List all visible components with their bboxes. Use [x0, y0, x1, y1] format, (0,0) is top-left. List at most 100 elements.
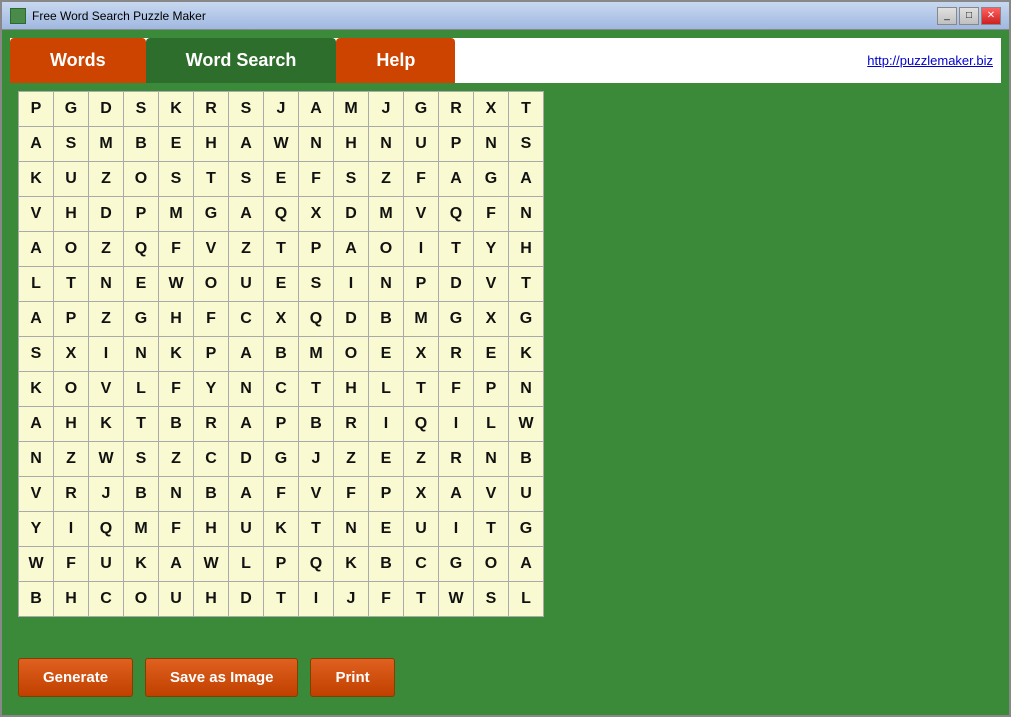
- grid-cell: Z: [334, 442, 368, 476]
- grid-cell: V: [299, 477, 333, 511]
- generate-button[interactable]: Generate: [18, 658, 133, 697]
- grid-cell: G: [194, 197, 228, 231]
- grid-cell: T: [299, 372, 333, 406]
- grid-cell: V: [474, 267, 508, 301]
- grid-cell: U: [229, 267, 263, 301]
- grid-cell: X: [54, 337, 88, 371]
- close-button[interactable]: ✕: [981, 7, 1001, 25]
- grid-cell: J: [89, 477, 123, 511]
- grid-cell: K: [19, 372, 53, 406]
- grid-cell: R: [334, 407, 368, 441]
- maximize-button[interactable]: □: [959, 7, 979, 25]
- grid-cell: M: [159, 197, 193, 231]
- grid-cell: B: [369, 547, 403, 581]
- grid-cell: R: [194, 407, 228, 441]
- grid-cell: H: [334, 372, 368, 406]
- grid-cell: E: [369, 512, 403, 546]
- grid-cell: G: [264, 442, 298, 476]
- grid-cell: Q: [124, 232, 158, 266]
- save-as-image-button[interactable]: Save as Image: [145, 658, 298, 697]
- grid-cell: M: [369, 197, 403, 231]
- grid-cell: P: [19, 92, 53, 126]
- grid-cell: O: [474, 547, 508, 581]
- grid-cell: X: [474, 302, 508, 336]
- grid-cell: U: [404, 127, 438, 161]
- grid-cell: N: [89, 267, 123, 301]
- grid-cell: H: [54, 582, 88, 616]
- grid-cell: C: [404, 547, 438, 581]
- grid-cell: F: [194, 302, 228, 336]
- minimize-button[interactable]: _: [937, 7, 957, 25]
- grid-cell: F: [159, 372, 193, 406]
- grid-cell: Z: [89, 302, 123, 336]
- grid-cell: A: [509, 547, 543, 581]
- grid-cell: L: [474, 407, 508, 441]
- grid-cell: F: [264, 477, 298, 511]
- tab-wordsearch[interactable]: Word Search: [146, 38, 337, 83]
- grid-cell: A: [229, 477, 263, 511]
- grid-cell: S: [229, 92, 263, 126]
- grid-cell: F: [54, 547, 88, 581]
- grid-cell: N: [299, 127, 333, 161]
- grid-cell: E: [159, 127, 193, 161]
- grid-cell: A: [159, 547, 193, 581]
- grid-cell: T: [404, 582, 438, 616]
- grid-cell: T: [124, 407, 158, 441]
- grid-cell: R: [439, 337, 473, 371]
- grid-cell: G: [509, 302, 543, 336]
- grid-cell: O: [369, 232, 403, 266]
- grid-cell: Q: [264, 197, 298, 231]
- grid-cell: B: [299, 407, 333, 441]
- grid-cell: Z: [89, 162, 123, 196]
- grid-cell: S: [509, 127, 543, 161]
- grid-cell: I: [369, 407, 403, 441]
- website-link[interactable]: http://puzzlemaker.biz: [867, 53, 993, 68]
- grid-cell: I: [89, 337, 123, 371]
- print-button[interactable]: Print: [310, 658, 394, 697]
- grid-cell: R: [54, 477, 88, 511]
- grid-cell: U: [54, 162, 88, 196]
- grid-cell: N: [369, 127, 403, 161]
- grid-cell: N: [334, 512, 368, 546]
- tab-words[interactable]: Words: [10, 38, 146, 83]
- grid-cell: C: [89, 582, 123, 616]
- grid-cell: T: [54, 267, 88, 301]
- grid-cell: G: [439, 302, 473, 336]
- grid-cell: R: [194, 92, 228, 126]
- grid-cell: T: [194, 162, 228, 196]
- grid-cell: R: [439, 442, 473, 476]
- grid-cell: S: [54, 127, 88, 161]
- grid-cell: D: [439, 267, 473, 301]
- grid-cell: J: [299, 442, 333, 476]
- grid-cell: Z: [54, 442, 88, 476]
- grid-cell: Y: [194, 372, 228, 406]
- grid-cell: S: [299, 267, 333, 301]
- grid-cell: H: [54, 197, 88, 231]
- grid-cell: F: [369, 582, 403, 616]
- grid-cell: B: [19, 582, 53, 616]
- grid-cell: L: [509, 582, 543, 616]
- grid-cell: U: [404, 512, 438, 546]
- tab-help[interactable]: Help: [336, 38, 455, 83]
- grid-cell: O: [194, 267, 228, 301]
- grid-cell: O: [54, 232, 88, 266]
- grid-cell: M: [334, 92, 368, 126]
- grid-cell: E: [264, 267, 298, 301]
- grid-cell: S: [474, 582, 508, 616]
- grid-cell: H: [194, 127, 228, 161]
- grid-cell: V: [474, 477, 508, 511]
- grid-cell: K: [124, 547, 158, 581]
- grid-cell: V: [19, 197, 53, 231]
- grid-cell: W: [159, 267, 193, 301]
- grid-cell: K: [264, 512, 298, 546]
- grid-cell: O: [124, 162, 158, 196]
- grid-cell: W: [194, 547, 228, 581]
- grid-cell: P: [439, 127, 473, 161]
- title-bar: Free Word Search Puzzle Maker _ □ ✕: [2, 2, 1009, 30]
- grid-cell: B: [369, 302, 403, 336]
- grid-cell: T: [474, 512, 508, 546]
- grid-cell: H: [194, 582, 228, 616]
- grid-cell: T: [299, 512, 333, 546]
- grid-cell: H: [54, 407, 88, 441]
- grid-cell: X: [264, 302, 298, 336]
